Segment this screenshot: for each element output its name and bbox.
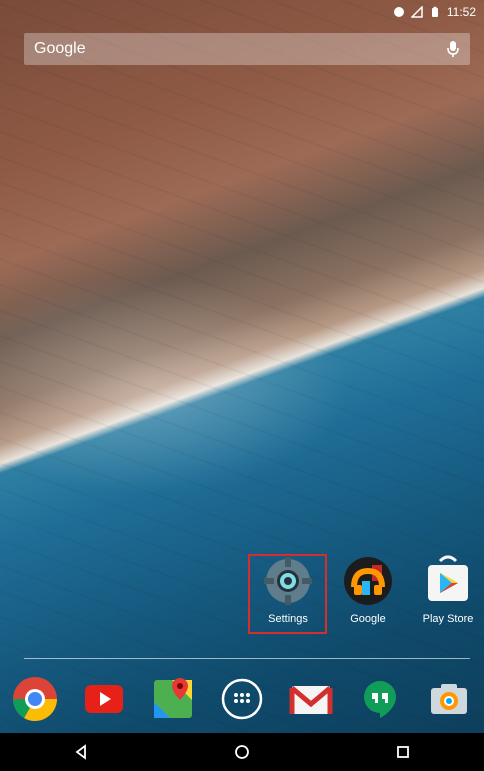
mic-icon[interactable]: [446, 40, 460, 58]
hangouts-icon: [357, 676, 403, 722]
wifi-icon: [393, 6, 405, 18]
settings-gear-icon: [262, 555, 314, 607]
camera-app[interactable]: [425, 675, 473, 723]
back-icon: [73, 744, 89, 760]
youtube-icon: [81, 676, 127, 722]
favorites-dock: [0, 666, 484, 732]
home-icon: [234, 744, 250, 760]
maps-app[interactable]: [149, 675, 197, 723]
home-button[interactable]: [224, 734, 260, 770]
status-time: 11:52: [446, 5, 476, 19]
google-icon: [342, 555, 394, 607]
gmail-icon: [288, 676, 334, 722]
battery-icon: [429, 6, 441, 18]
play-store-label: Play Store: [422, 613, 474, 625]
recents-button[interactable]: [385, 734, 421, 770]
gmail-app[interactable]: [287, 675, 335, 723]
app-drawer-button[interactable]: [218, 675, 266, 723]
chrome-icon: [12, 676, 58, 722]
play-store-icon: [422, 555, 474, 607]
settings-app[interactable]: Settings: [248, 555, 328, 635]
wallpaper-texture: [0, 0, 484, 771]
home-screen: 11:52 Google Settings Google Play Store: [0, 0, 484, 771]
navigation-bar: [0, 733, 484, 771]
maps-icon: [150, 676, 196, 722]
google-label: Google: [350, 613, 386, 625]
apps-grid-icon: [219, 676, 265, 722]
hangouts-app[interactable]: [356, 675, 404, 723]
home-app-icons: Settings Google Play Store: [240, 555, 480, 635]
settings-label: Settings: [268, 613, 308, 625]
chrome-app[interactable]: [11, 675, 59, 723]
youtube-app[interactable]: [80, 675, 128, 723]
camera-icon: [426, 676, 472, 722]
google-search-bar[interactable]: Google: [24, 33, 470, 65]
recents-icon: [395, 744, 411, 760]
play-store-app[interactable]: Play Store: [408, 555, 484, 635]
back-button[interactable]: [63, 734, 99, 770]
dock-divider: [24, 658, 470, 659]
status-bar: 11:52: [0, 0, 484, 24]
google-app[interactable]: Google: [328, 555, 408, 635]
search-label: Google: [34, 40, 86, 57]
signal-icon: [410, 6, 423, 18]
